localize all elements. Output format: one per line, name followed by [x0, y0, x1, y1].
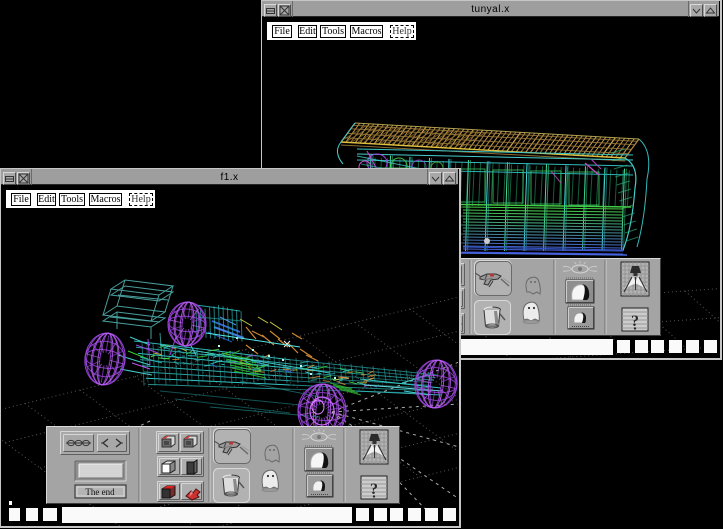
svg-text:The end: The end: [85, 487, 115, 497]
